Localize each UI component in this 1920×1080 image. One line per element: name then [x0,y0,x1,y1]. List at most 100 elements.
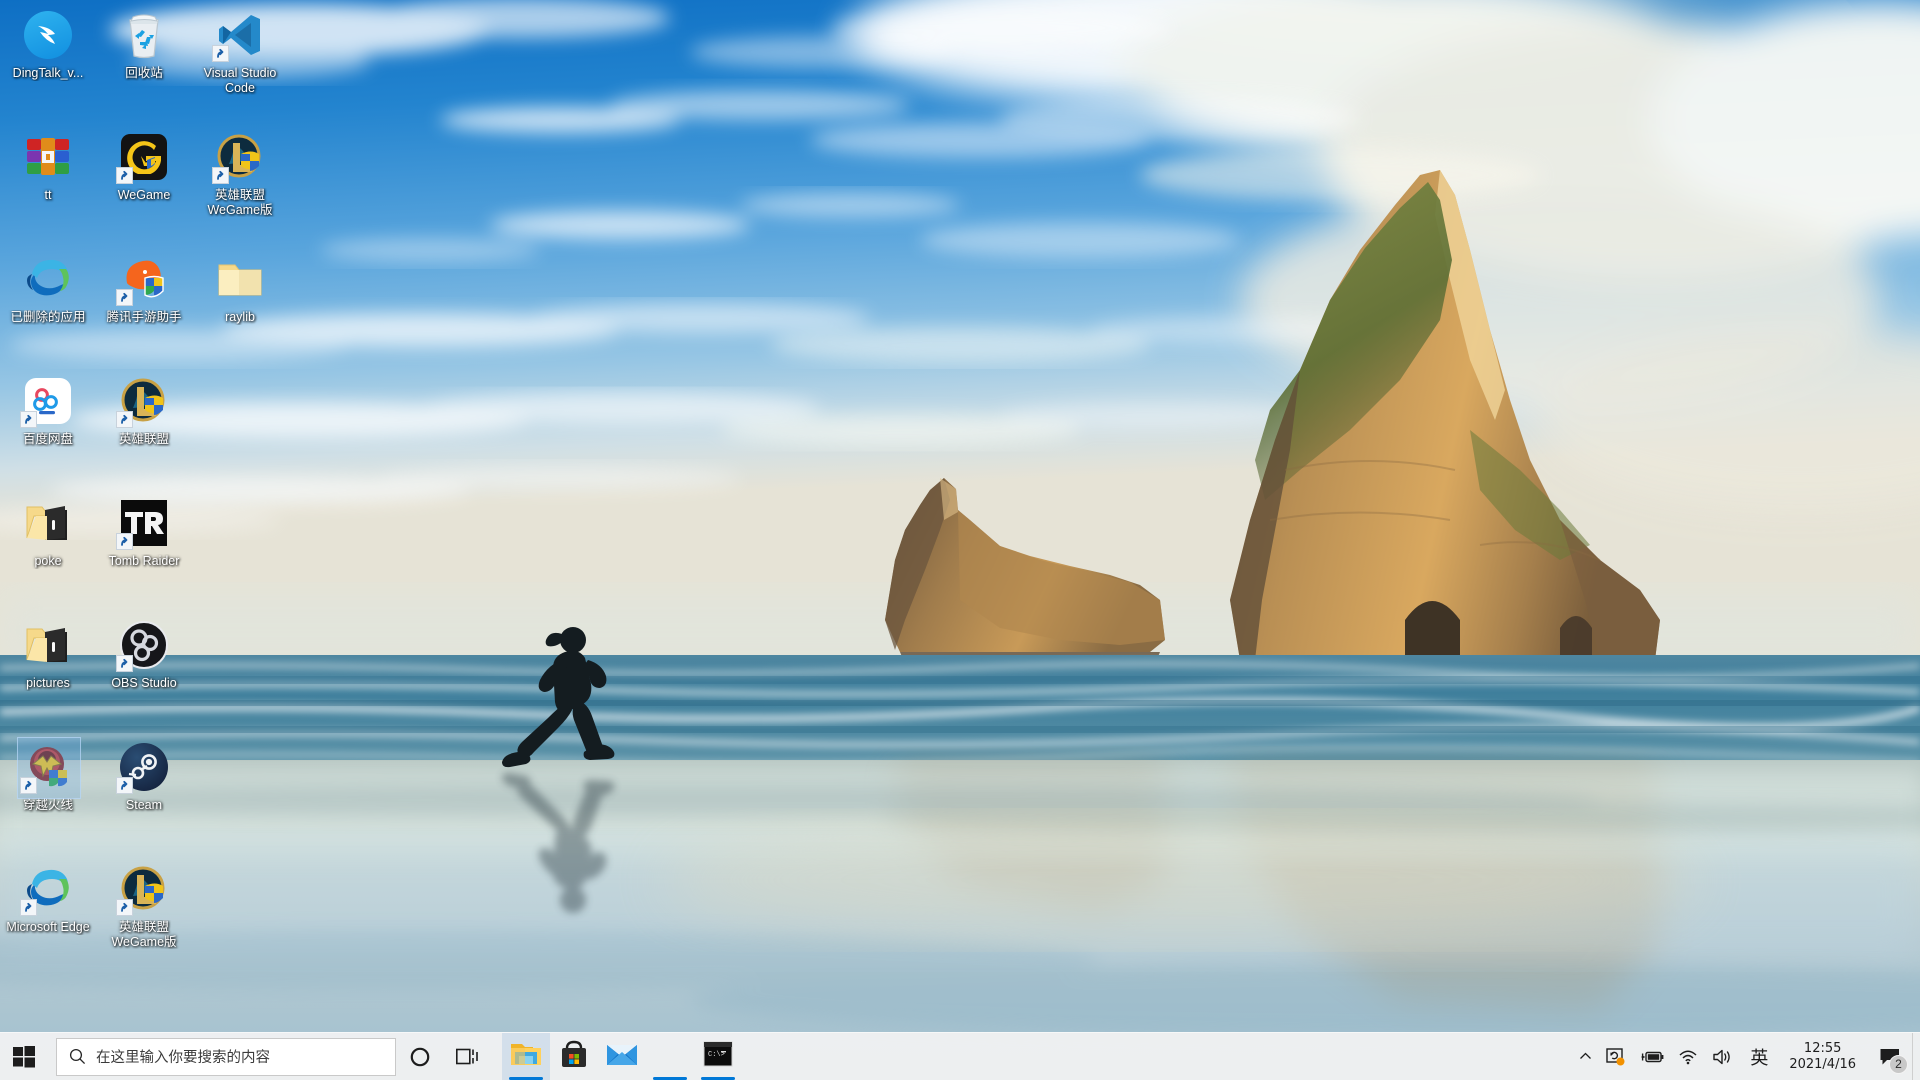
desktop-icon-recycle-bin[interactable]: 回收站 [96,4,192,122]
desktop-icon-edge[interactable]: 已删除的应用 [0,248,96,366]
cortana-icon [410,1047,430,1066]
taskbar-app-terminal[interactable]: C:\> [694,1033,742,1080]
desktop-icon-label: Steam [125,798,163,812]
desktop-icon-wegame[interactable]: WeGame [96,126,192,244]
desktop-icon-lol-wegame[interactable]: 英雄联盟WeGame版 [96,858,192,976]
desktop-icon-dingtalk[interactable]: DingTalk_v... [0,4,96,122]
desktop-icon-vscode[interactable]: Visual Studio Code [192,4,288,122]
desktop-icon-label: 已删除的应用 [10,310,86,324]
task-view-button[interactable] [444,1033,492,1080]
desktop-icon-label: 回收站 [125,66,163,80]
folder-open-icon [23,498,73,548]
steam-icon [116,742,169,794]
vscode-icon [212,10,265,62]
taskbar-app-file-explorer[interactable] [502,1032,550,1080]
battery-icon [1641,1051,1664,1062]
desktop-icon-label: Microsoft Edge [6,920,90,934]
desktop-icon-folder-open[interactable]: poke [0,492,96,610]
start-button[interactable] [0,1033,48,1080]
desktop-icon-crossfire[interactable]: 穿越火线 [0,736,96,854]
desktop-icon-label: 腾讯手游助手 [106,310,182,324]
desktop-icon-label: Visual Studio Code [203,66,277,95]
action-center-button[interactable]: 2 [1868,1033,1912,1080]
desktop-icon-label: 英雄联盟WeGame版 [207,188,273,217]
search-icon [69,1048,86,1065]
desktop-icon-label: tt [44,188,52,202]
desktop-icon-label: 穿越火线 [22,798,73,812]
search-input[interactable]: 在这里输入你要搜索的内容 [56,1037,396,1076]
desktop-icon-label: 英雄联盟 [118,432,169,446]
desktop-icon-edge[interactable]: Microsoft Edge [0,858,96,976]
lol-wegame-icon [116,864,169,916]
desktop-icon-obs-studio[interactable]: OBS Studio [96,614,192,732]
tray-wifi-button[interactable] [1671,1033,1705,1080]
taskbar-running-indicator [509,1076,543,1080]
desktop-icon-label: pictures [26,676,70,690]
windows-logo-icon [13,1045,35,1067]
shortcut-arrow-icon [116,655,133,672]
taskbar-app-microsoft-edge[interactable] [646,1033,694,1080]
microsoft-store-icon [559,1039,589,1074]
desktop-icon-tencent-gamebuddy[interactable]: 腾讯手游助手 [96,248,192,366]
search-placeholder-text: 在这里输入你要搜索的内容 [96,1050,270,1066]
tray-battery-button[interactable] [1633,1033,1671,1080]
desktop-icon-winrar[interactable]: tt [0,126,96,244]
crossfire-icon [17,737,81,799]
shortcut-arrow-icon [116,167,133,184]
folder-open-icon [23,620,73,670]
taskbar-app-list[interactable]: C:\> [502,1032,742,1080]
tray-overflow-button[interactable] [1572,1033,1599,1080]
volume-icon [1713,1049,1731,1064]
desktop-icon-lol[interactable]: 英雄联盟 [96,370,192,488]
lol-icon [116,376,169,428]
task-view-icon [456,1048,478,1064]
ime-indicator[interactable]: 英 [1741,1033,1777,1080]
shortcut-arrow-icon [116,289,133,306]
desktop-icon-label: DingTalk_v... [12,66,84,80]
terminal-icon: C:\> [703,1041,733,1072]
obs-studio-icon [116,620,169,672]
taskbar-app-mail[interactable] [598,1033,646,1080]
shortcut-arrow-icon [116,899,133,916]
taskbar-app-microsoft-store[interactable] [550,1033,598,1080]
taskbar-clock[interactable]: 12:55 2021/4/16 [1777,1033,1868,1080]
dingtalk-icon [23,10,73,60]
file-explorer-icon [510,1040,542,1073]
shortcut-arrow-icon [212,45,229,62]
desktop-icon-folder-open[interactable]: pictures [0,614,96,732]
desktop-icon-baidu-netdisk[interactable]: 百度网盘 [0,370,96,488]
shortcut-arrow-icon [116,777,133,794]
desktop-icon-label: Tomb Raider [108,554,180,568]
taskbar[interactable]: 在这里输入你要搜索的内容 C:\> 英 12:55 2021/4/16 2 [0,1032,1920,1080]
shortcut-arrow-icon [116,533,133,550]
desktop-icon-folder-closed[interactable]: raylib [192,248,288,366]
tray-volume-button[interactable] [1705,1033,1741,1080]
clock-date: 2021/4/16 [1789,1056,1856,1072]
show-desktop-button[interactable] [1912,1032,1920,1080]
desktop-icon-label: 英雄联盟WeGame版 [111,920,177,949]
desktop-icon-label: WeGame [117,188,171,202]
shortcut-arrow-icon [116,411,133,428]
desktop-icon-label: raylib [225,310,255,324]
system-tray[interactable]: 英 12:55 2021/4/16 2 [1572,1032,1920,1080]
desktop-icon-lol-wegame[interactable]: 英雄联盟WeGame版 [192,126,288,244]
wegame-icon [116,132,169,184]
desktop-icon-label: OBS Studio [111,676,177,690]
lol-wegame-icon [212,132,265,184]
wifi-icon [1679,1050,1697,1064]
taskbar-running-indicator [653,1076,687,1080]
cortana-button[interactable] [396,1033,444,1080]
desktop-icon-tomb-raider[interactable]: Tomb Raider [96,492,192,610]
desktop-icon-label: poke [34,554,62,568]
shortcut-arrow-icon [20,777,37,794]
chevron-up-icon [1580,1052,1592,1059]
desktop-icon-grid[interactable]: DingTalk_v... 回收站 Visual Studio Code tt WeGa… [0,4,300,1024]
tray-sync-app-button[interactable] [1599,1033,1633,1080]
shortcut-arrow-icon [20,899,37,916]
desktop-icon-steam[interactable]: Steam [96,736,192,854]
winrar-icon [23,132,73,182]
clock-time: 12:55 [1803,1040,1842,1056]
sync-app-icon [1606,1047,1625,1065]
edge-icon [20,864,73,916]
notification-count-badge: 2 [1889,1054,1908,1074]
